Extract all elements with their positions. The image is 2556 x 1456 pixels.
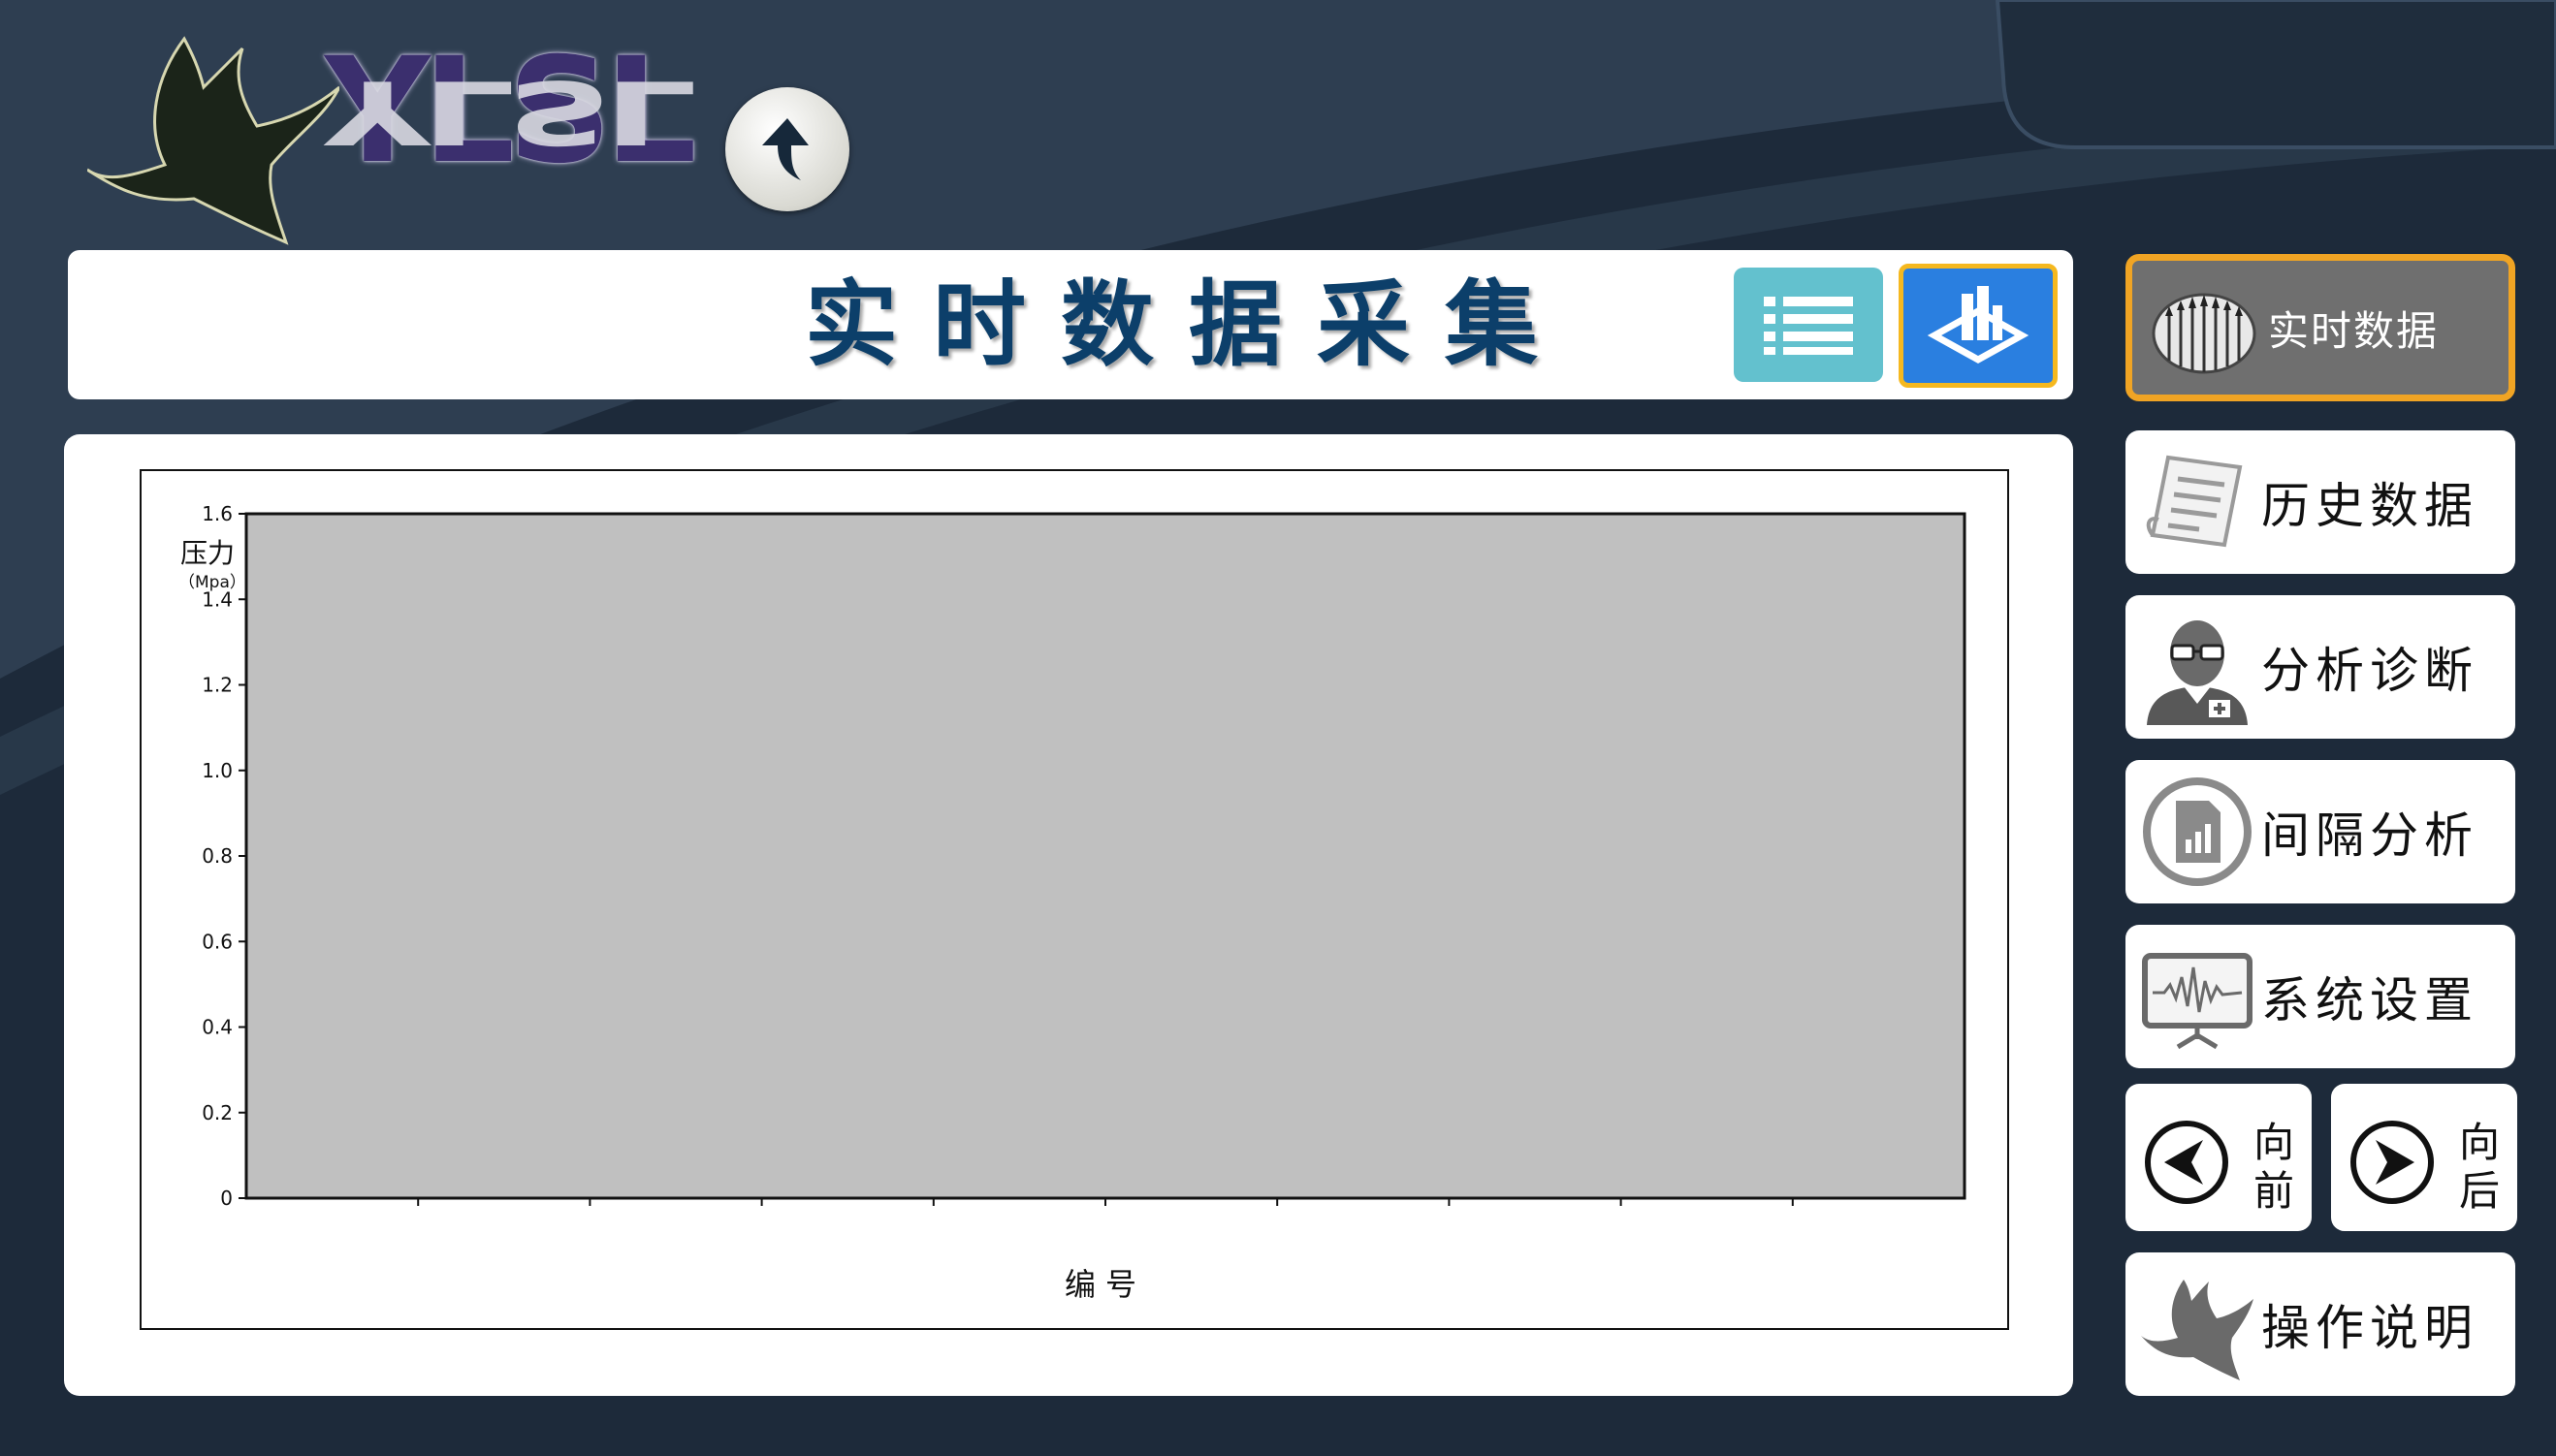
sidebar-item-system-settings[interactable]: 系统设置 (2125, 925, 2515, 1068)
bird-logo-icon (87, 36, 339, 245)
help-button[interactable]: 操作说明 (2125, 1252, 2515, 1396)
chart-frame: 0 0.2 0.4 0.6 0.8 1.0 1.2 1.4 1.6 压力 （Mpa） 编号 (140, 469, 2009, 1330)
up-arrow-icon (762, 118, 809, 180)
bird-icon (2141, 1280, 2253, 1380)
next-label: 向后 (2458, 1119, 2500, 1215)
sidebar-item-label: 历史数据 (2261, 478, 2478, 534)
prev-label: 向前 (2252, 1119, 2294, 1215)
title-bar: 实时数据采集 (68, 250, 2073, 399)
arrow-right-icon (2350, 1121, 2434, 1204)
y-axis-label: 压力 (180, 537, 235, 569)
list-view-button[interactable] (1734, 268, 1883, 382)
sidebar-item-label: 分析诊断 (2261, 643, 2478, 699)
sidebar-item-label: 实时数据 (2268, 306, 2440, 355)
y-tick-label: 0.8 (202, 844, 233, 868)
plot-area (244, 512, 1966, 1200)
report-chart-icon (2143, 777, 2252, 886)
chart-view-icon (1927, 286, 2029, 364)
sidebar-item-realtime-data[interactable]: 实时数据 (2125, 254, 2515, 401)
list-icon (1764, 297, 1853, 355)
arrow-left-icon (2145, 1121, 2228, 1204)
sidebar-item-analysis-diagnosis[interactable]: 分析诊断 (2125, 595, 2515, 739)
help-label: 操作说明 (2261, 1300, 2478, 1356)
waveform-monitor-icon (2142, 953, 2252, 1050)
logo-reflection: YLSL (325, 60, 689, 163)
sidebar-item-history-data[interactable]: 历史数据 (2125, 430, 2515, 574)
y-tick-label: 0 (220, 1187, 233, 1210)
chart-view-button[interactable] (1899, 264, 2058, 388)
doctor-icon (2147, 620, 2248, 725)
y-tick-label: 1.0 (202, 759, 233, 782)
y-tick-label: 0.6 (202, 930, 233, 953)
y-tick-label: 1.6 (202, 502, 233, 525)
sidebar-item-interval-analysis[interactable]: 间隔分析 (2125, 760, 2515, 903)
chart-panel: 0 0.2 0.4 0.6 0.8 1.0 1.2 1.4 1.6 压力 （Mpa） 编号 (64, 434, 2073, 1396)
next-button[interactable]: 向后 (2331, 1084, 2517, 1231)
pressure-chart: 00.20.40.60.81.01.21.41.6压力（Mpa）编号 (178, 502, 1966, 1303)
y-tick-label: 0.4 (202, 1016, 233, 1039)
sidebar-item-label: 间隔分析 (2261, 807, 2478, 864)
company-logo: YLSL YLSL (87, 19, 697, 252)
pencils-icon (2152, 293, 2256, 374)
y-tick-label: 1.2 (202, 674, 233, 697)
document-icon (2146, 455, 2243, 548)
x-axis-label: 编号 (1065, 1266, 1146, 1303)
page-title: 实时数据采集 (805, 270, 1573, 379)
sidebar-item-label: 系统设置 (2261, 972, 2478, 1029)
up-button[interactable] (725, 87, 849, 211)
y-axis-unit: （Mpa） (178, 573, 246, 592)
y-tick-label: 0.2 (202, 1101, 233, 1124)
prev-button[interactable]: 向前 (2125, 1084, 2312, 1231)
